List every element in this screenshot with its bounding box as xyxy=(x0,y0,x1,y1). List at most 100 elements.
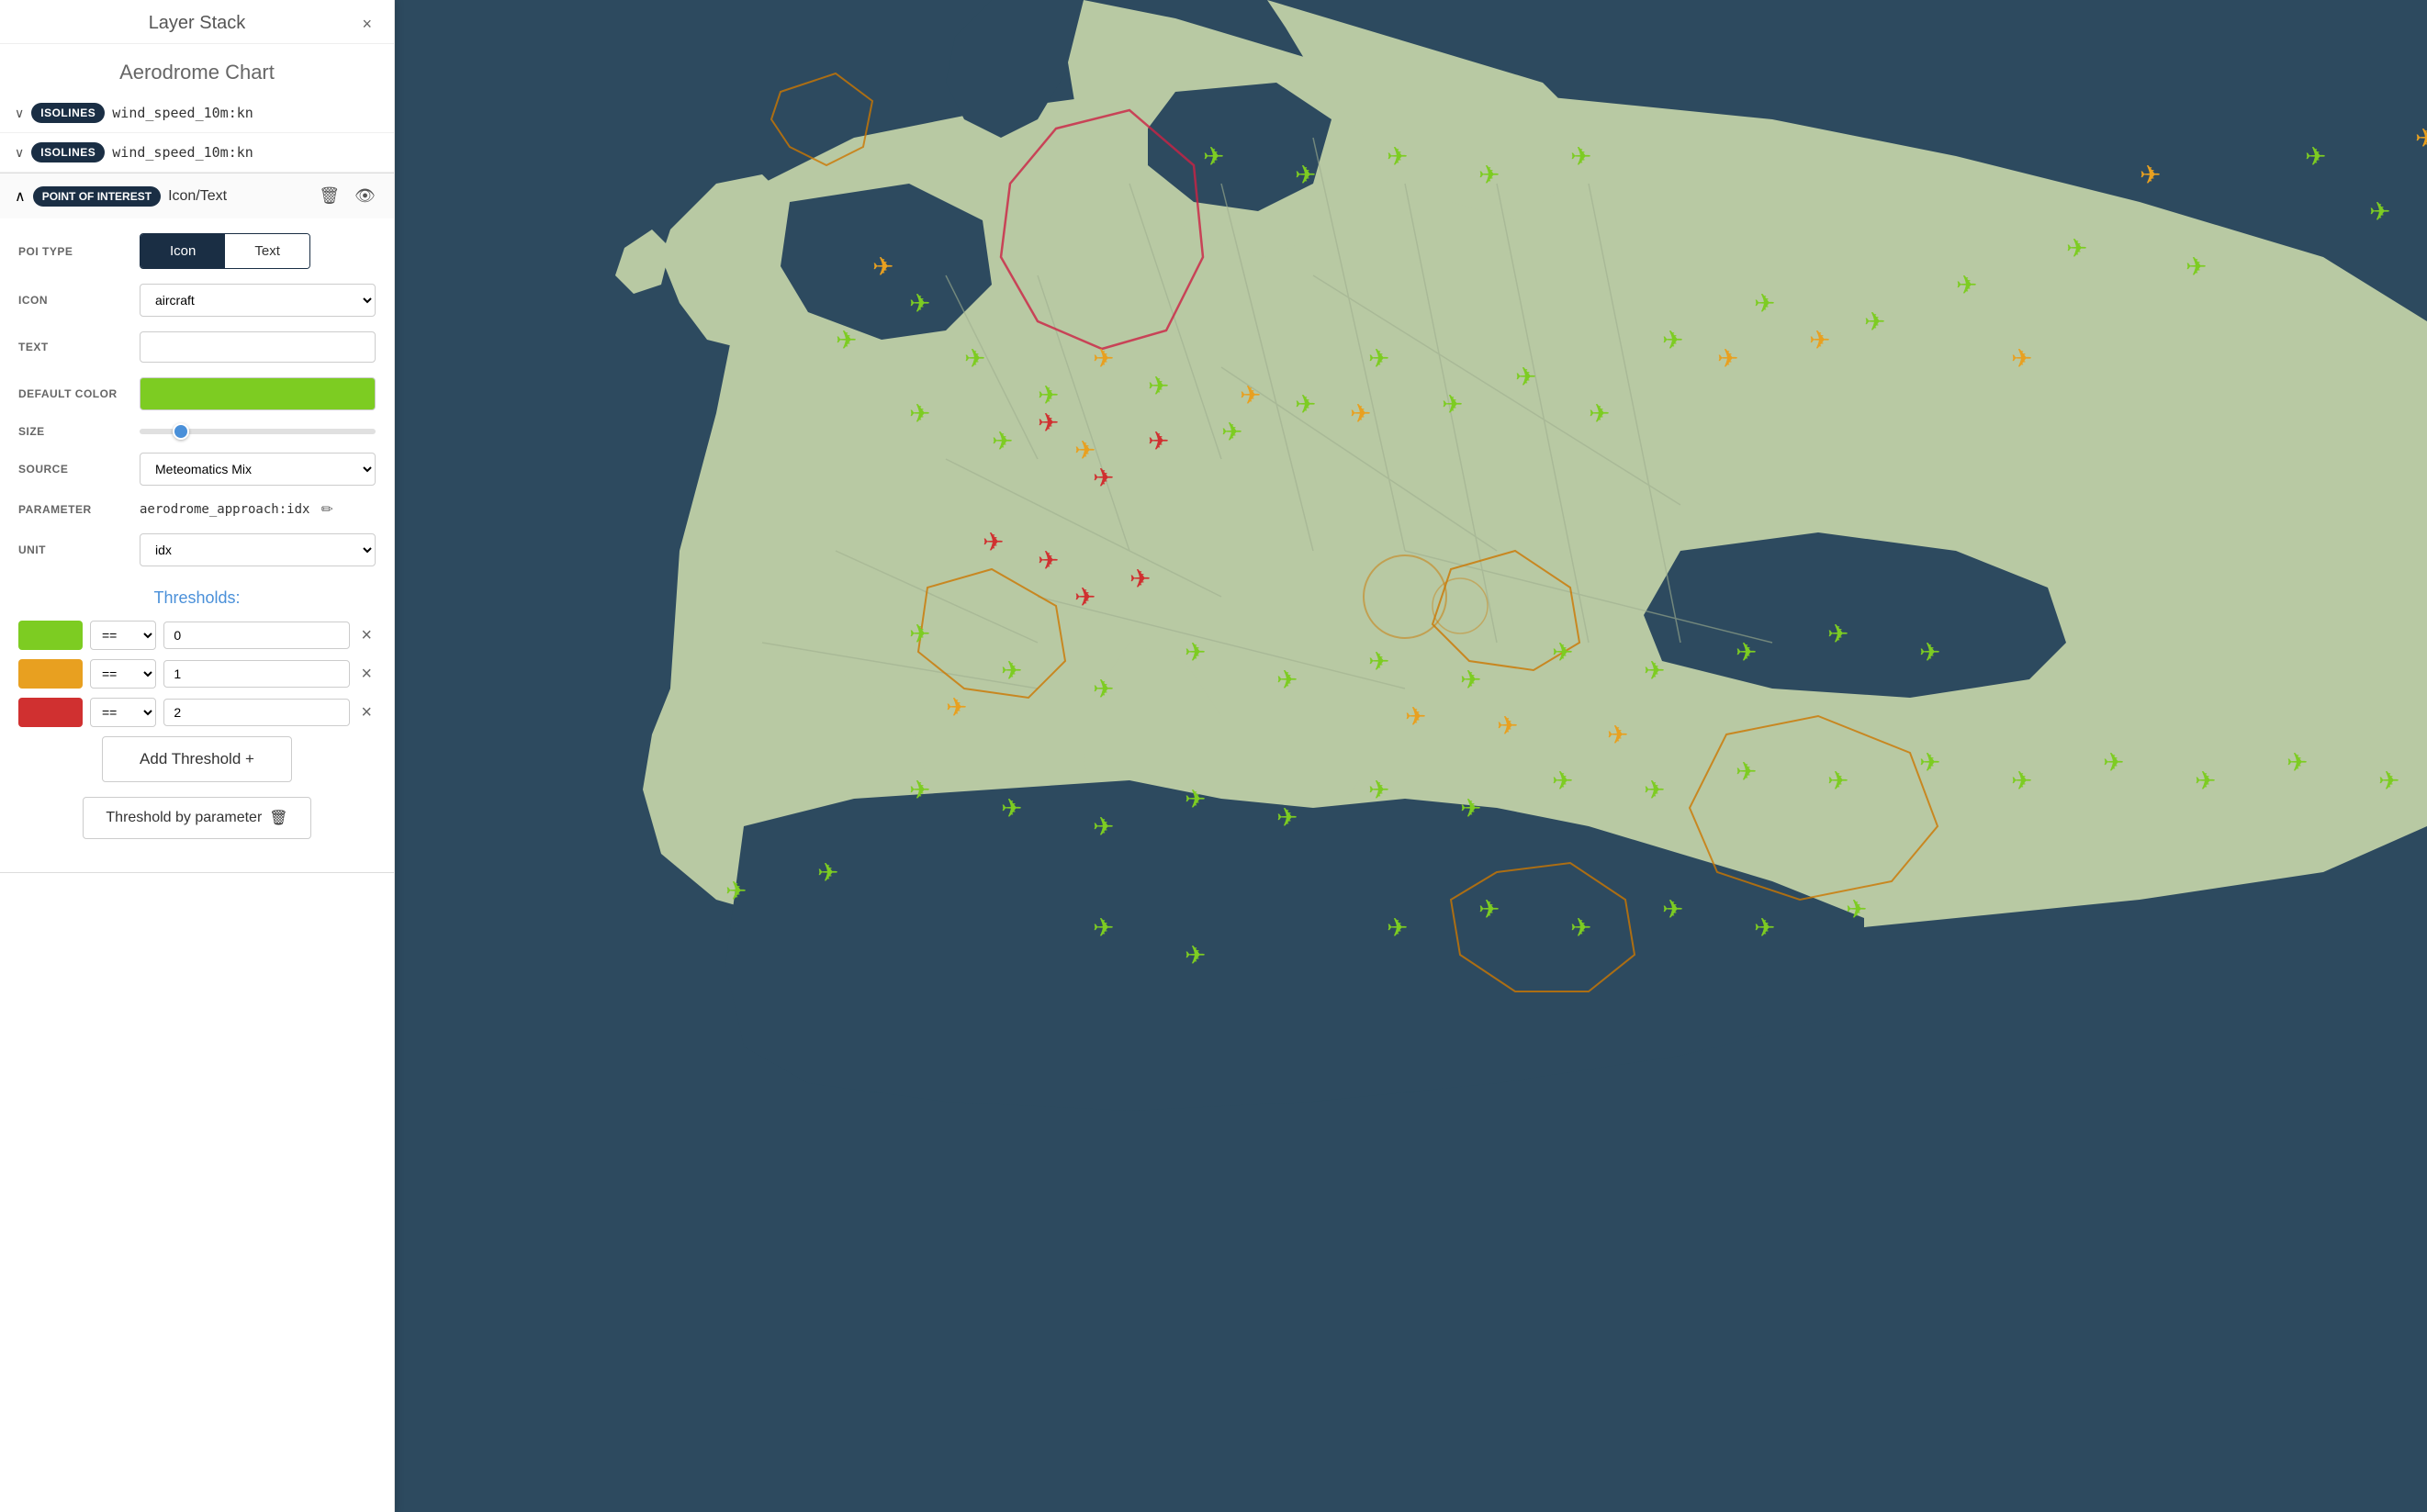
svg-text:✈: ✈ xyxy=(1515,363,1536,391)
default-color-label: DEFAULT COLOR xyxy=(18,387,129,400)
svg-text:✈: ✈ xyxy=(1478,161,1500,189)
layer-2-label: wind_speed_10m:kn xyxy=(112,144,253,161)
svg-text:✈: ✈ xyxy=(1038,381,1059,409)
threshold-row-3: ==!=<<=>>= × xyxy=(18,698,376,727)
poi-type-icon-button[interactable]: Icon xyxy=(140,234,225,268)
icon-row: ICON aircraft airport helipad arrow xyxy=(18,284,376,317)
svg-text:✈: ✈ xyxy=(817,858,838,887)
chart-title: Aerodrome Chart xyxy=(0,44,394,94)
close-button[interactable]: × xyxy=(354,11,379,38)
add-threshold-button[interactable]: Add Threshold + xyxy=(102,736,292,782)
threshold-by-parameter-label: Threshold by parameter xyxy=(106,810,262,826)
threshold-by-parameter-delete-icon[interactable]: 🗑 xyxy=(269,809,287,827)
svg-text:✈: ✈ xyxy=(1221,418,1242,446)
svg-text:✈: ✈ xyxy=(1185,785,1206,813)
delete-layer-button[interactable]: 🗑 xyxy=(315,183,343,209)
threshold-color-2[interactable] xyxy=(18,659,83,689)
svg-text:✈: ✈ xyxy=(1387,913,1408,942)
text-input[interactable] xyxy=(140,331,376,363)
threshold-value-2[interactable] xyxy=(163,660,350,688)
svg-text:✈: ✈ xyxy=(2140,161,2161,189)
svg-text:✈: ✈ xyxy=(1754,289,1775,318)
unit-label: UNIT xyxy=(18,543,129,556)
unit-select[interactable]: idx xyxy=(140,533,376,566)
poi-type-label: POI TYPE xyxy=(18,245,129,258)
svg-text:✈: ✈ xyxy=(1864,308,1885,336)
threshold-operator-1[interactable]: ==!=<<=>>= xyxy=(90,621,156,650)
svg-text:✈: ✈ xyxy=(1148,372,1169,400)
svg-text:✈: ✈ xyxy=(1919,638,1940,666)
map-svg: ✈ ✈ ✈ ✈ ✈ ✈ ✈ ✈ ✈ ✈ ✈ ✈ ✈ ✈ ✈ ✈ ✈ ✈ ✈ ✈ … xyxy=(395,0,2427,1512)
parameter-value: aerodrome_approach:idx xyxy=(140,502,309,517)
svg-text:✈: ✈ xyxy=(2287,748,2308,777)
threshold-color-3[interactable] xyxy=(18,698,83,727)
size-label: SIZE xyxy=(18,425,129,438)
svg-text:✈: ✈ xyxy=(1093,464,1114,492)
svg-text:✈: ✈ xyxy=(1956,271,1977,299)
visibility-button[interactable]: 👁 xyxy=(351,183,379,209)
color-swatch[interactable] xyxy=(140,377,376,410)
threshold-operator-2[interactable]: ==!=<<=>>= xyxy=(90,659,156,689)
icon-select[interactable]: aircraft airport helipad arrow xyxy=(140,284,376,317)
threshold-row-1: ==!=<<=>>= × xyxy=(18,621,376,650)
svg-text:✈: ✈ xyxy=(1368,344,1389,373)
threshold-by-parameter-button[interactable]: Threshold by parameter 🗑 xyxy=(83,797,310,839)
svg-text:✈: ✈ xyxy=(1001,656,1022,685)
svg-text:✈: ✈ xyxy=(909,776,930,804)
svg-text:✈: ✈ xyxy=(872,252,893,281)
svg-text:✈: ✈ xyxy=(1129,565,1151,593)
svg-text:✈: ✈ xyxy=(1038,409,1059,437)
threshold-remove-1[interactable]: × xyxy=(357,625,376,646)
source-select[interactable]: Meteomatics Mix Other xyxy=(140,453,376,486)
map-area[interactable]: ✈ ✈ ✈ ✈ ✈ ✈ ✈ ✈ ✈ ✈ ✈ ✈ ✈ ✈ ✈ ✈ ✈ ✈ ✈ ✈ … xyxy=(395,0,2427,1512)
svg-text:✈: ✈ xyxy=(1827,767,1848,795)
threshold-remove-3[interactable]: × xyxy=(357,702,376,723)
svg-text:✈: ✈ xyxy=(1919,748,1940,777)
form-area: POI TYPE Icon Text ICON aircraft airport… xyxy=(0,218,394,581)
svg-text:✈: ✈ xyxy=(2011,344,2032,373)
svg-text:✈: ✈ xyxy=(909,399,930,428)
threshold-value-1[interactable] xyxy=(163,622,350,649)
layer-2-chevron[interactable]: ∨ xyxy=(15,145,24,161)
source-row: SOURCE Meteomatics Mix Other xyxy=(18,453,376,486)
svg-text:✈: ✈ xyxy=(1295,390,1316,419)
threshold-remove-2[interactable]: × xyxy=(357,664,376,685)
poi-type-text-button[interactable]: Text xyxy=(225,234,309,268)
svg-text:✈: ✈ xyxy=(992,427,1013,455)
svg-text:✈: ✈ xyxy=(1074,436,1096,465)
layer-1-chevron[interactable]: ∨ xyxy=(15,106,24,121)
svg-text:✈: ✈ xyxy=(1093,913,1114,942)
svg-text:✈: ✈ xyxy=(1148,427,1169,455)
svg-text:✈: ✈ xyxy=(1497,711,1518,740)
icon-label: ICON xyxy=(18,294,129,307)
layer-stack-panel: Layer Stack × Aerodrome Chart ∨ ISOLINES… xyxy=(0,0,395,1512)
svg-text:✈: ✈ xyxy=(2103,748,2124,777)
parameter-edit-icon[interactable]: ✏ xyxy=(320,500,332,519)
threshold-value-3[interactable] xyxy=(163,699,350,726)
poi-type-row: POI TYPE Icon Text xyxy=(18,233,376,269)
panel-header: Layer Stack × xyxy=(0,0,394,44)
svg-text:✈: ✈ xyxy=(1276,803,1298,832)
active-layer-chevron[interactable]: ∧ xyxy=(15,187,26,206)
svg-text:✈: ✈ xyxy=(1736,757,1757,786)
svg-text:✈: ✈ xyxy=(1460,666,1481,694)
svg-text:✈: ✈ xyxy=(1240,381,1261,409)
svg-text:✈: ✈ xyxy=(1846,895,1867,924)
svg-text:✈: ✈ xyxy=(909,620,930,648)
default-color-row: DEFAULT COLOR xyxy=(18,377,376,410)
poi-type-toggle: Icon Text xyxy=(140,233,310,269)
size-slider[interactable] xyxy=(140,429,376,434)
text-label: TEXT xyxy=(18,341,129,353)
threshold-color-1[interactable] xyxy=(18,621,83,650)
svg-text:✈: ✈ xyxy=(1662,326,1683,354)
svg-text:✈: ✈ xyxy=(1644,656,1665,685)
svg-text:✈: ✈ xyxy=(1717,344,1738,373)
svg-text:✈: ✈ xyxy=(1827,620,1848,648)
threshold-operator-3[interactable]: ==!=<<=>>= xyxy=(90,698,156,727)
svg-text:✈: ✈ xyxy=(1203,142,1224,171)
svg-text:✈: ✈ xyxy=(2415,124,2427,152)
active-layer-badge: POINT OF INTEREST xyxy=(33,186,161,207)
svg-text:✈: ✈ xyxy=(1570,142,1591,171)
svg-text:✈: ✈ xyxy=(2378,767,2399,795)
svg-text:✈: ✈ xyxy=(1809,326,1830,354)
